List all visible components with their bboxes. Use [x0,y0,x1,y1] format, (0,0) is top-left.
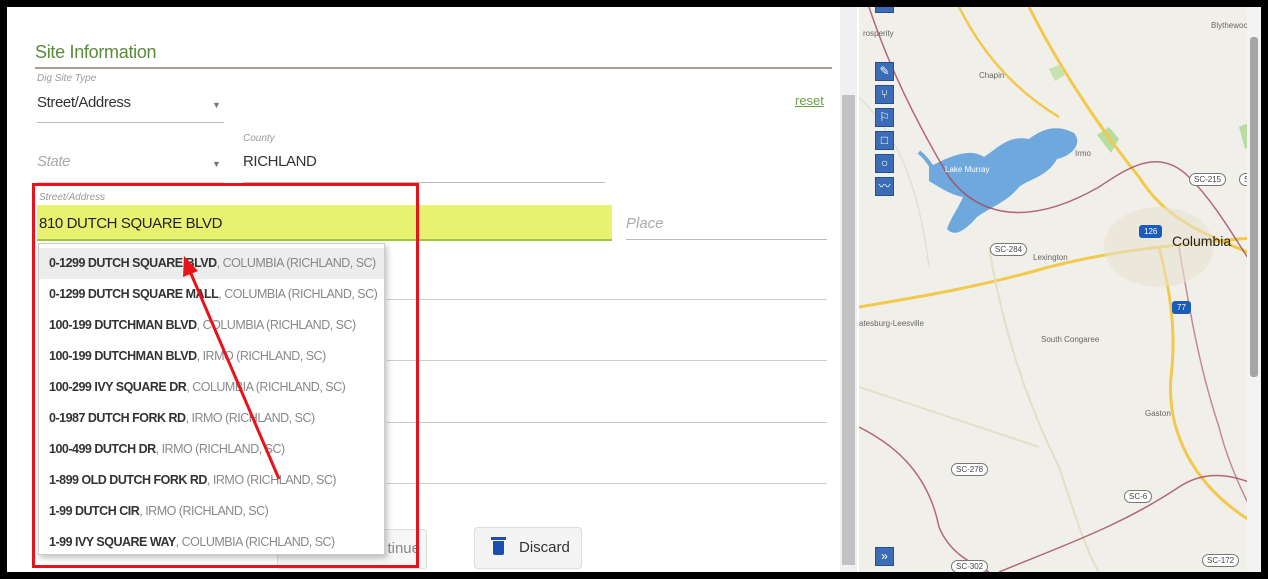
map-label: atesburg-Leesville [859,319,924,328]
reset-link[interactable]: reset [795,93,824,108]
map-label: rosperity [863,29,894,38]
suggestion-detail: , COLUMBIA (RICHLAND, SC) [196,318,357,332]
interstate-shield: 126 [1139,225,1163,238]
continue-button-label: tinue [387,540,420,557]
highway-shield: SC-302 [951,560,989,572]
suggestion-main: 100-499 DUTCH DR [49,442,156,456]
map-panel[interactable]: rosperity Blythewoo Chapin Lake Murray I… [859,7,1261,572]
suggestion-main: 0-1299 DUTCH SQUARE MALL [49,287,219,301]
discard-button[interactable]: Discard [474,527,582,569]
map-label: Lexington [1033,253,1068,262]
suggestion-main: 1-899 OLD DUTCH FORK RD [49,473,207,487]
suggestion-detail: , COLUMBIA (RICHLAND, SC) [218,287,378,301]
chevron-down-icon[interactable]: ▼ [212,159,221,169]
site-information-form: Site Information Dig Site Type Street/Ad… [7,7,837,572]
highway-shield: SC-278 [951,463,989,476]
dig-site-type-select[interactable]: Street/Address [37,94,131,111]
address-suggestions-dropdown: 0-1299 DUTCH SQUARE BLVD, COLUMBIA (RICH… [38,243,385,555]
suggestion-main: 1-99 DUTCH CIR [49,504,140,518]
suggestion-main: 100-199 DUTCHMAN BLVD [49,318,197,332]
form-scrollbar-thumb[interactable] [842,95,855,565]
suggestion-detail: , IRMO (RICHLAND, SC) [185,411,316,425]
suggestion-main: 1-99 IVY SQUARE WAY [49,535,176,549]
county-input[interactable]: RICHLAND [243,153,317,170]
suggestion-item[interactable]: 100-299 IVY SQUARE DR, COLUMBIA (RICHLAN… [39,372,384,403]
street-address-value: 810 DUTCH SQUARE BLVD [39,215,223,232]
suggestion-item[interactable]: 0-1987 DUTCH FORK RD, IRMO (RICHLAND, SC… [39,403,384,434]
suggestion-item[interactable]: 0-1299 DUTCH SQUARE MALL, COLUMBIA (RICH… [39,279,384,310]
suggestion-item[interactable]: 100-199 DUTCHMAN BLVD, COLUMBIA (RICHLAN… [39,310,384,341]
state-underline [37,182,224,183]
map-label: South Congaree [1041,335,1100,344]
county-label: County [243,133,275,144]
flag-icon[interactable]: ⚐ [875,108,894,127]
suggestion-main: 0-1299 DUTCH SQUARE BLVD [49,256,217,270]
edit-icon[interactable]: ✎ [875,62,894,81]
suggestion-main: 100-199 DUTCHMAN BLVD [49,349,197,363]
suggestion-detail: , IRMO (RICHLAND, SC) [155,442,286,456]
field-underline [387,483,827,484]
suggestion-detail: , IRMO (RICHLAND, SC) [139,504,269,518]
suggestion-item[interactable]: 1-899 OLD DUTCH FORK RD, IRMO (RICHLAND,… [39,465,384,496]
suggestion-detail: , COLUMBIA (RICHLAND, SC) [216,256,377,270]
dig-site-type-label: Dig Site Type [37,73,97,84]
place-input[interactable]: Place [626,215,664,232]
trash-icon [491,537,506,555]
map-canvas [859,7,1261,572]
street-address-label: Street/Address [39,192,106,203]
map-scrollbar-thumb[interactable] [1250,37,1258,377]
state-select[interactable]: State [37,153,70,170]
interstate-shield: 77 [1172,301,1191,314]
suggestion-item[interactable]: 100-199 DUTCHMAN BLVD, IRMO (RICHLAND, S… [39,341,384,372]
dig-site-type-underline [37,122,224,123]
polyline-icon[interactable]: ⑂ [875,85,894,104]
suggestion-detail: , IRMO (RICHLAND, SC) [196,349,327,363]
chevron-down-icon[interactable]: ▼ [212,100,221,110]
suggestion-detail: , COLUMBIA (RICHLAND, SC) [186,380,346,394]
highway-shield: SC-215 [1189,173,1227,186]
map-city-label: Columbia [1172,233,1232,249]
field-underline [387,422,827,423]
suggestion-item[interactable]: 1-99 IVY SQUARE WAY, COLUMBIA (RICHLAND,… [39,527,384,558]
suggestion-item[interactable]: 1-99 DUTCH CIR, IRMO (RICHLAND, SC) [39,496,384,527]
expand-icon[interactable]: » [875,547,894,566]
suggestion-detail: , IRMO (RICHLAND, SC) [206,473,337,487]
rectangle-icon[interactable]: □ [875,131,894,150]
map-label: Lake Murray [945,165,990,174]
place-underline [626,239,827,240]
map-label: Gaston [1145,409,1171,418]
line-chart-icon[interactable]: 〰 [875,177,894,196]
suggestion-main: 100-299 IVY SQUARE DR [49,380,187,394]
app-frame: Site Information Dig Site Type Street/Ad… [7,7,1261,572]
field-underline [387,360,827,361]
suggestion-item[interactable]: 0-1299 DUTCH SQUARE BLVD, COLUMBIA (RICH… [39,248,384,279]
suggestion-detail: , COLUMBIA (RICHLAND, SC) [175,535,336,549]
field-underline [387,299,827,300]
highway-shield: SC-6 [1124,490,1153,503]
highway-shield: SC-172 [1202,554,1240,567]
county-underline [243,182,605,183]
suggestion-main: 0-1987 DUTCH FORK RD [49,411,186,425]
section-divider [35,67,832,69]
section-title: Site Information [35,42,157,62]
highway-shield: SC-284 [990,243,1028,256]
discard-button-label: Discard [519,539,570,556]
toolbar-collapse-button[interactable] [875,7,894,13]
map-label: Chapin [979,71,1005,80]
map-label: Blythewoo [1211,21,1248,30]
map-label: Irmo [1075,149,1091,158]
suggestion-item[interactable]: 100-499 DUTCH DR, IRMO (RICHLAND, SC) [39,434,384,465]
circle-icon[interactable]: ○ [875,154,894,173]
